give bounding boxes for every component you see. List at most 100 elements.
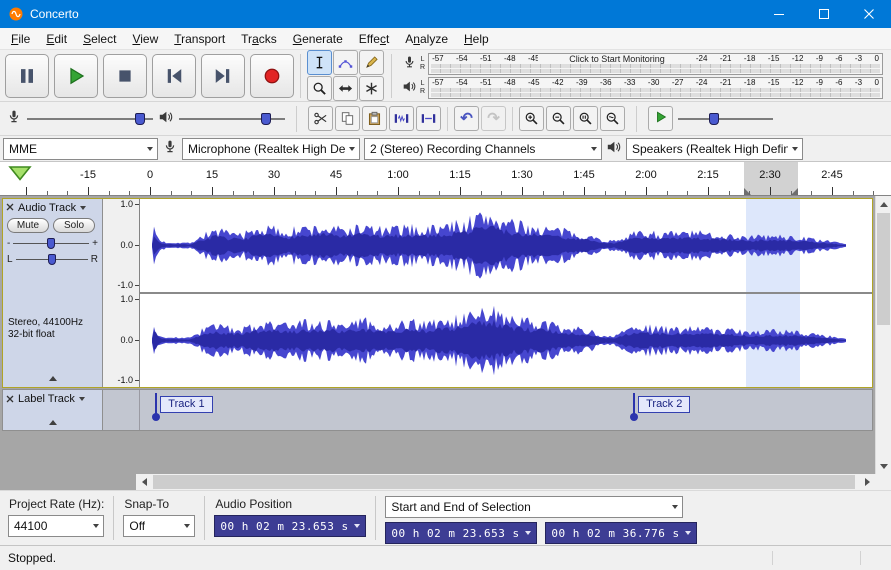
multi-tool-icon (366, 82, 377, 94)
pan-right-label: R (90, 254, 98, 265)
menu-item-generate[interactable]: Generate (285, 29, 351, 49)
output-volume-icon (158, 109, 174, 128)
label-track-title[interactable]: Label Track (18, 393, 75, 405)
timeline-ruler[interactable]: -15 0 15 30 45 1:00 1:15 1:30 1:45 2:00 2:15 2:30 2:… (0, 162, 891, 196)
recording-meter[interactable]: L R -57-54-51-48-45-42-39-36-33-30-27-24… (402, 52, 883, 75)
track-title[interactable]: Audio Track (18, 202, 76, 214)
label-marker[interactable] (630, 393, 639, 421)
gain-thumb[interactable] (47, 238, 56, 249)
silence-audio-icon (421, 114, 436, 123)
recording-meter-body[interactable]: -57-54-51-48-45-42-39-36-33-30-27-24-21-… (428, 52, 883, 75)
menu-item-transport[interactable]: Transport (166, 29, 233, 49)
window-controls (756, 0, 891, 28)
trim-audio-button[interactable] (389, 106, 414, 131)
selection-end-field[interactable]: 00 h 02 m 36.776 s (545, 522, 698, 544)
output-volume-thumb[interactable] (260, 112, 271, 125)
monitoring-message[interactable]: Click to Start Monitoring (537, 53, 697, 64)
pan-slider[interactable] (15, 253, 88, 266)
solo-button[interactable]: Solo (53, 218, 95, 233)
menu-item-edit[interactable]: Edit (38, 29, 75, 49)
vertical-scrollbar[interactable] (875, 196, 891, 474)
close-track-icon[interactable] (6, 202, 14, 214)
undo-button[interactable]: ↶ (454, 106, 479, 131)
play-speed-slider[interactable] (678, 112, 773, 126)
snap-to-combo[interactable]: Off (123, 515, 196, 537)
stop-button[interactable] (103, 53, 147, 98)
menu-item-file[interactable]: File (3, 29, 38, 49)
output-volume-slider[interactable] (179, 112, 285, 126)
copy-button[interactable] (335, 106, 360, 131)
mute-button[interactable]: Mute (7, 218, 49, 233)
menu-item-view[interactable]: View (124, 29, 166, 49)
horizontal-scroll-thumb[interactable] (153, 475, 855, 489)
cut-button[interactable] (308, 106, 333, 131)
ruler-tick (625, 191, 627, 195)
skip-to-start-button[interactable] (152, 53, 196, 98)
record-button[interactable] (250, 53, 294, 98)
pause-button[interactable] (5, 53, 49, 98)
menu-item-help[interactable]: Help (456, 29, 497, 49)
zoom-in-button[interactable] (519, 106, 544, 131)
track-menu-icon[interactable] (78, 397, 85, 401)
skip-to-end-button[interactable] (201, 53, 245, 98)
menu-item-effect[interactable]: Effect (351, 29, 397, 49)
fit-selection-button[interactable] (573, 106, 598, 131)
play-pointer-icon[interactable] (8, 166, 32, 181)
play-speed-thumb[interactable] (709, 112, 720, 125)
playback-meter-body[interactable]: -57 -54 -51 -48 -45 -42 -39 -36 -33 -30 -27 -24 -21-… (428, 76, 883, 99)
multi-tool-button[interactable] (359, 75, 384, 101)
track-menu-icon[interactable] (80, 206, 87, 210)
pan-thumb[interactable] (47, 254, 56, 265)
cut-icon (314, 112, 327, 125)
meter-scale-value: -18 (743, 53, 756, 63)
draw-tool-button[interactable] (359, 49, 384, 75)
separator (447, 106, 448, 131)
menu-item-select[interactable]: Select (75, 29, 124, 49)
audio-host-combo[interactable]: MME (3, 137, 158, 160)
scroll-right-button[interactable] (859, 474, 875, 490)
vertical-scroll-thumb[interactable] (877, 213, 890, 325)
selection-mode-combo[interactable]: Start and End of Selection (385, 496, 684, 518)
timeshift-tool-button[interactable] (333, 75, 358, 101)
label-track-content[interactable]: Track 1 Track 2 (140, 390, 872, 430)
gain-slider[interactable] (13, 237, 90, 250)
input-volume-slider[interactable] (27, 112, 153, 126)
playback-meter[interactable]: L R -57 -54 -51 -48 -45 -42 -39 -36 -33 -30 -27 -24… (402, 76, 883, 99)
selection-tool-button[interactable] (307, 49, 332, 75)
label-marker[interactable] (152, 393, 161, 421)
label-text[interactable]: Track 1 (160, 396, 213, 413)
redo-button[interactable]: ↷ (481, 106, 506, 131)
maximize-button[interactable] (801, 0, 846, 28)
label-text[interactable]: Track 2 (638, 396, 691, 413)
paste-button[interactable] (362, 106, 387, 131)
audio-position-field[interactable]: 00 h 02 m 23.653 s (214, 515, 367, 537)
collapse-track-button[interactable] (7, 372, 98, 385)
recording-device-combo[interactable]: Microphone (Realtek High Defini (182, 137, 360, 160)
play-at-speed-button[interactable] (648, 106, 673, 131)
silence-audio-button[interactable] (416, 106, 441, 131)
playback-device-combo[interactable]: Speakers (Realtek High Definiti (626, 137, 803, 160)
fit-project-button[interactable] (600, 106, 625, 131)
recording-channels-combo[interactable]: 2 (Stereo) Recording Channels (364, 137, 602, 160)
separator (772, 551, 773, 565)
menu-item-tracks[interactable]: Tracks (233, 29, 285, 49)
envelope-tool-button[interactable] (333, 49, 358, 75)
zoom-out-button[interactable] (546, 106, 571, 131)
scroll-up-button[interactable] (876, 196, 891, 212)
project-rate-combo[interactable]: 44100 (8, 515, 104, 537)
waveform-area[interactable] (140, 199, 872, 387)
meter-scale-value: -9 (815, 77, 823, 87)
close-track-icon[interactable] (6, 392, 14, 406)
collapse-track-button[interactable] (7, 416, 98, 428)
zoom-tool-button[interactable] (307, 75, 332, 101)
input-volume-thumb[interactable] (135, 112, 146, 125)
selection-start-field[interactable]: 00 h 02 m 23.653 s (385, 522, 538, 544)
scroll-left-button[interactable] (136, 474, 152, 490)
menu-item-analyze[interactable]: Analyze (397, 29, 456, 49)
scroll-down-button[interactable] (876, 458, 891, 474)
minimize-button[interactable] (756, 0, 801, 28)
close-button[interactable] (846, 0, 891, 28)
play-button[interactable] (54, 53, 98, 98)
horizontal-scrollbar[interactable] (136, 474, 875, 490)
selection-end-handle[interactable] (791, 188, 798, 195)
